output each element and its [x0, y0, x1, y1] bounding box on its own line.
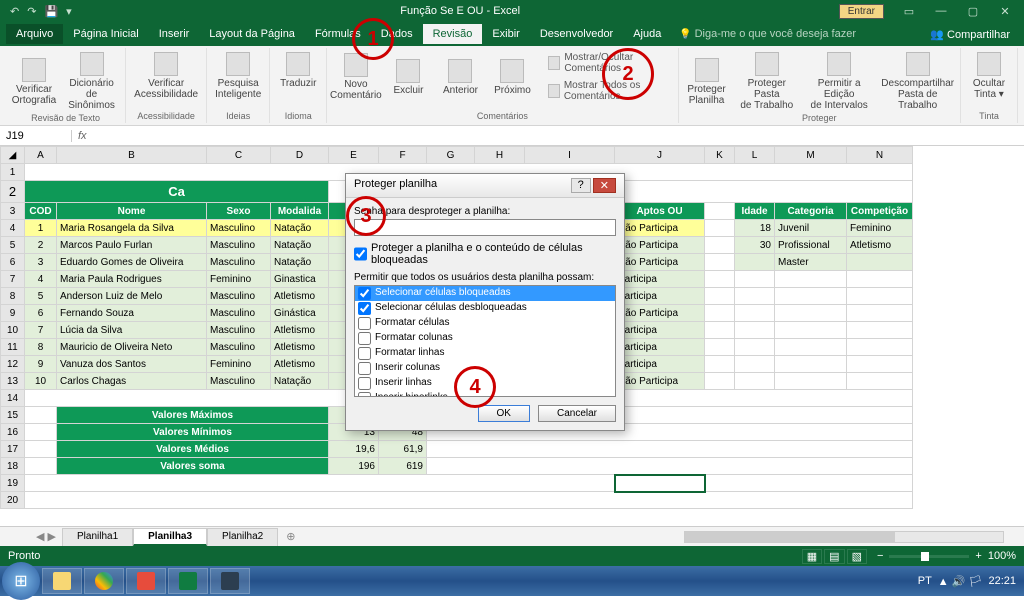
sheet-tab[interactable]: Planilha1: [62, 528, 133, 546]
ribbon-small[interactable]: Mostrar Todos os Comentários: [544, 78, 673, 104]
maximize-icon[interactable]: ▢: [958, 5, 988, 18]
dialog-help-icon[interactable]: ?: [571, 178, 591, 193]
ribbon-proteger[interactable]: ProtegerPlanilha: [683, 50, 731, 113]
qat-more-icon[interactable]: ▾: [66, 5, 72, 18]
taskbar-excel[interactable]: [168, 568, 208, 594]
sheet-tab[interactable]: Planilha2: [207, 528, 278, 546]
tab-dados[interactable]: Dados: [371, 24, 423, 44]
save-icon[interactable]: 💾: [44, 5, 58, 18]
minimize-icon[interactable]: —: [926, 5, 956, 18]
title-bar: ↶ ↷ 💾 ▾ Função Se E OU - Excel Entrar ▭ …: [0, 0, 1024, 22]
fx-icon[interactable]: fx: [72, 130, 93, 142]
permission-option[interactable]: Inserir hiperlinks: [355, 391, 615, 397]
tab-página-inicial[interactable]: Página Inicial: [63, 24, 148, 44]
ribbon-próximo[interactable]: Próximo: [488, 50, 536, 104]
start-button[interactable]: ⊞: [2, 562, 40, 600]
tab-fórmulas[interactable]: Fórmulas: [305, 24, 371, 44]
zoom-control[interactable]: −+ 100%: [877, 550, 1016, 562]
permissions-list[interactable]: Selecionar células bloqueadasSelecionar …: [354, 285, 616, 397]
tab-ajuda[interactable]: Ajuda: [623, 24, 671, 44]
permission-option[interactable]: Formatar células: [355, 316, 615, 331]
ribbon-traduzir[interactable]: Traduzir: [274, 50, 322, 91]
tab-layout-da-página[interactable]: Layout da Página: [199, 24, 305, 44]
sheet-nav-icon[interactable]: ◀ ▶: [30, 530, 62, 543]
sheet-tab[interactable]: Planilha3: [133, 528, 207, 546]
ribbon-tabs: ArquivoPágina InicialInserirLayout da Pá…: [0, 22, 1024, 46]
name-box[interactable]: J19: [0, 130, 72, 142]
ribbon-small[interactable]: Mostrar/Ocultar Comentários: [544, 50, 673, 76]
dialog-close-icon[interactable]: ✕: [593, 178, 616, 193]
tab-inserir[interactable]: Inserir: [149, 24, 200, 44]
ribbon-dicionário de[interactable]: Dicionário deSinônimos: [62, 50, 121, 113]
ribbon-excluir[interactable]: Excluir: [384, 50, 432, 104]
layout-view-icon[interactable]: ▤: [824, 549, 844, 564]
redo-icon[interactable]: ↷: [27, 5, 36, 18]
close-icon[interactable]: ✕: [990, 5, 1020, 18]
ribbon-proteger pasta[interactable]: Proteger Pastade Trabalho: [735, 50, 799, 113]
quick-access-toolbar: ↶ ↷ 💾 ▾: [0, 5, 82, 18]
tray-icons[interactable]: ▲ 🔊 🏳: [938, 575, 983, 588]
taskbar-app2[interactable]: [210, 568, 250, 594]
ribbon-pesquisa[interactable]: PesquisaInteligente: [211, 50, 265, 102]
permission-option[interactable]: Inserir colunas: [355, 361, 615, 376]
ribbon-verificar[interactable]: VerificarOrtografia: [10, 50, 58, 113]
normal-view-icon[interactable]: ▦: [802, 549, 822, 564]
ribbon-verificar[interactable]: VerificarAcessibilidade: [130, 50, 202, 102]
ribbon-permitir a edição[interactable]: Permitir a Ediçãode Intervalos: [803, 50, 875, 113]
permissions-label: Permitir que todos os usuários desta pla…: [354, 272, 616, 283]
permission-option[interactable]: Selecionar células bloqueadas: [355, 286, 615, 301]
permission-option[interactable]: Formatar colunas: [355, 331, 615, 346]
status-ready: Pronto: [8, 550, 40, 562]
tell-me-input[interactable]: 💡 Diga-me o que você deseja fazer: [671, 28, 930, 40]
ribbon-descompartilhar[interactable]: DescompartilharPasta de Trabalho: [879, 50, 956, 113]
horizontal-scrollbar[interactable]: [303, 531, 1024, 543]
ribbon-ocultar[interactable]: OcultarTinta ▾: [965, 50, 1013, 102]
tab-exibir[interactable]: Exibir: [482, 24, 530, 44]
dialog-title: Proteger planilha: [354, 178, 437, 193]
ribbon-novo[interactable]: NovoComentário: [331, 50, 380, 104]
protect-checkbox-label: Proteger a planilha e o conteúdo de célu…: [371, 242, 616, 266]
tray-time: 22:21: [988, 575, 1016, 587]
window-controls: ▭ — ▢ ✕: [894, 5, 1024, 18]
tab-desenvolvedor[interactable]: Desenvolvedor: [530, 24, 623, 44]
protect-checkbox[interactable]: [354, 242, 367, 266]
undo-icon[interactable]: ↶: [10, 5, 19, 18]
windows-taskbar: ⊞ PT ▲ 🔊 🏳 22:21: [0, 566, 1024, 596]
permission-option[interactable]: Inserir linhas: [355, 376, 615, 391]
ribbon-anterior[interactable]: Anterior: [436, 50, 484, 104]
ok-button[interactable]: OK: [478, 405, 530, 422]
ribbon: VerificarOrtografiaDicionário deSinônimo…: [0, 46, 1024, 126]
status-bar: Pronto ▦ ▤ ▧ −+ 100%: [0, 546, 1024, 566]
permission-option[interactable]: Formatar linhas: [355, 346, 615, 361]
taskbar-explorer[interactable]: [42, 568, 82, 594]
formula-bar-row: J19 fx: [0, 126, 1024, 146]
pagebreak-view-icon[interactable]: ▧: [847, 549, 867, 564]
sign-in-button[interactable]: Entrar: [839, 4, 884, 19]
cancel-button[interactable]: Cancelar: [538, 405, 616, 422]
taskbar-app1[interactable]: [126, 568, 166, 594]
sheet-tabs: ◀ ▶ Planilha1Planilha3Planilha2 ⊕: [0, 526, 1024, 546]
protect-sheet-dialog: Proteger planilha ? ✕ Senha para desprot…: [345, 173, 625, 431]
tab-arquivo[interactable]: Arquivo: [6, 24, 63, 44]
ribbon-options-icon[interactable]: ▭: [894, 5, 924, 18]
password-label: Senha para desproteger a planilha:: [354, 206, 616, 217]
document-title: Função Se E OU - Excel: [82, 5, 839, 17]
tab-revisão[interactable]: Revisão: [423, 24, 483, 44]
taskbar-chrome[interactable]: [84, 568, 124, 594]
add-sheet-icon[interactable]: ⊕: [278, 530, 303, 543]
tray-lang[interactable]: PT: [918, 575, 932, 587]
password-input[interactable]: [354, 219, 616, 236]
share-button[interactable]: 👥 Compartilhar: [930, 28, 1010, 41]
permission-option[interactable]: Selecionar células desbloqueadas: [355, 301, 615, 316]
